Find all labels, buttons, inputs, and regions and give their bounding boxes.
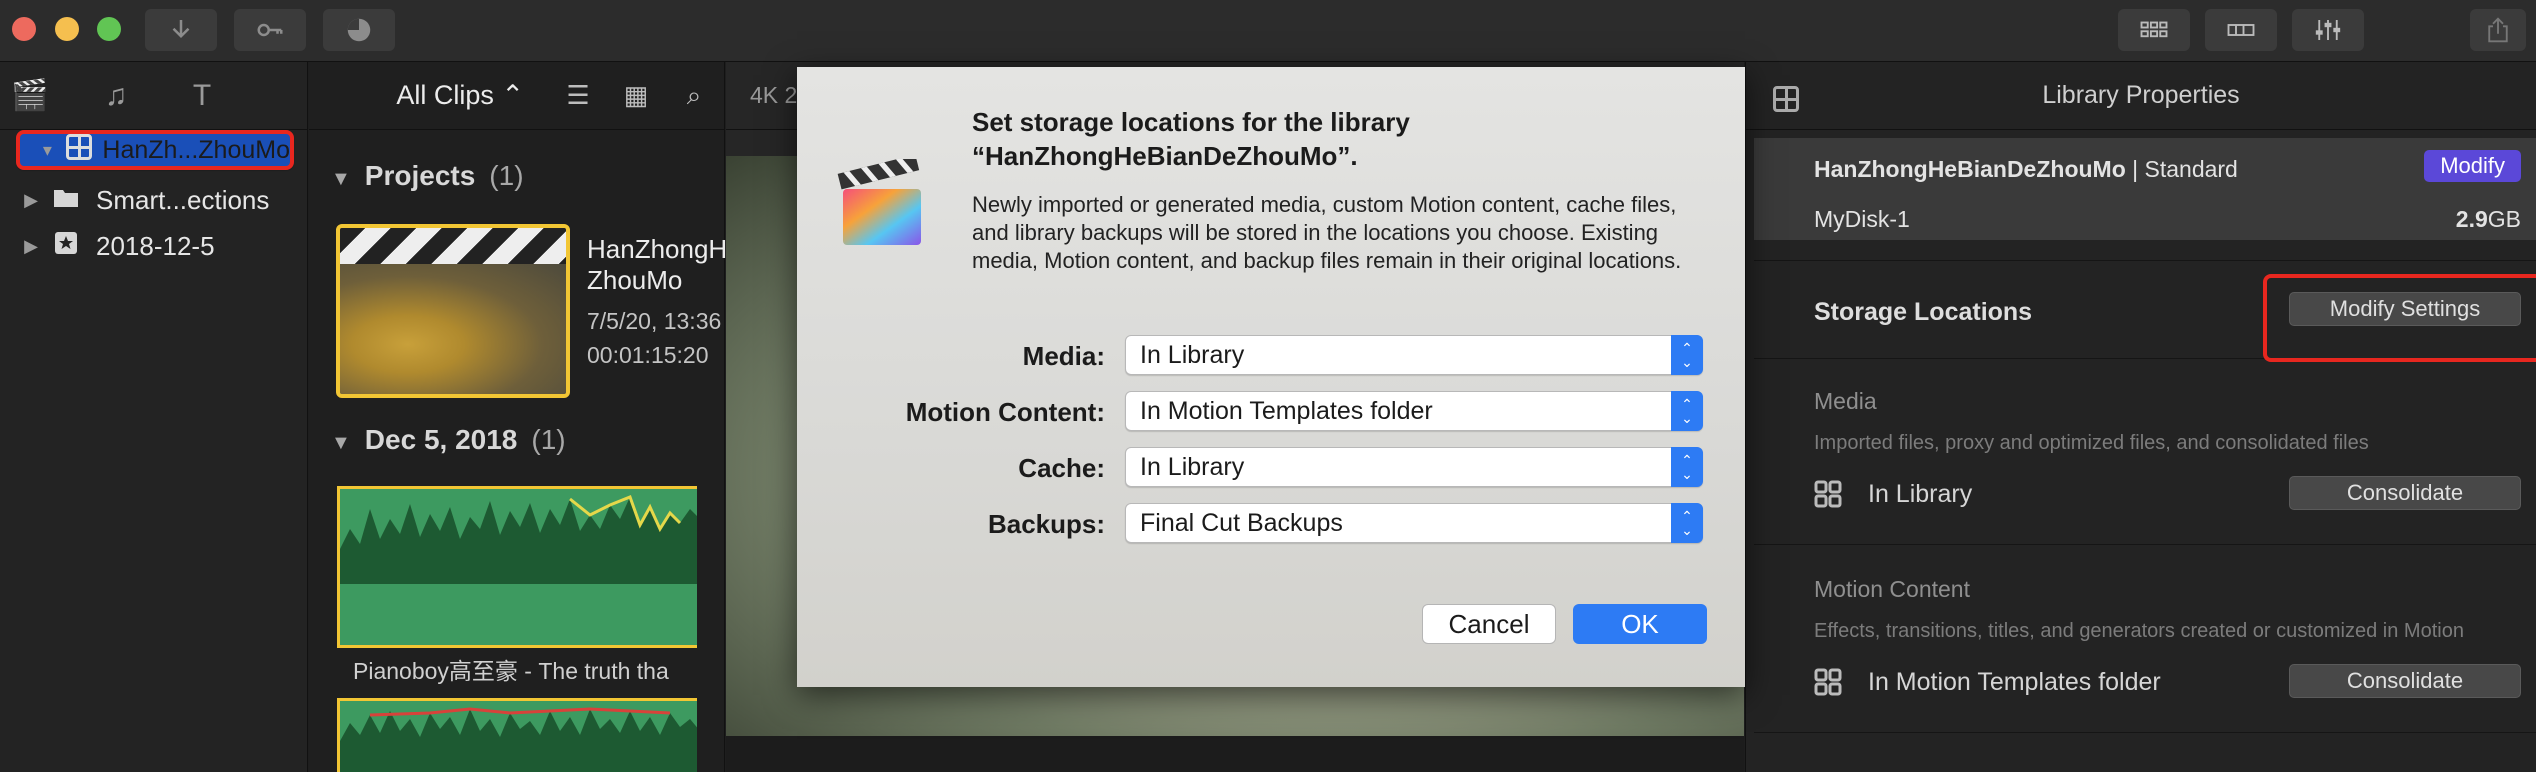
keywords-button[interactable] bbox=[234, 9, 306, 51]
film-icon[interactable]: ▦ bbox=[618, 80, 654, 111]
sidebar-item-label: 2018-12-5 bbox=[96, 230, 215, 261]
library-info-panel: HanZhongHeBianDeZhouMo | Standard Modify… bbox=[1754, 138, 2536, 240]
motion-description: Effects, transitions, titles, and genera… bbox=[1814, 620, 2464, 642]
dialog-body: Newly imported or generated media, custo… bbox=[972, 192, 1682, 273]
event-section-header[interactable]: ▼ Dec 5, 2018 (1) bbox=[331, 424, 566, 456]
project-name: HanZhongH ZhouMo bbox=[587, 234, 728, 295]
star-icon bbox=[46, 231, 86, 262]
motion-section-label: Motion Content bbox=[1814, 576, 1970, 602]
audio-clip[interactable] bbox=[337, 698, 697, 772]
grid-view-button[interactable] bbox=[2118, 9, 2190, 51]
motion-content-popup[interactable]: In Motion Templates folder ⌃ ⌄ bbox=[1125, 391, 1703, 431]
viewer-controls bbox=[726, 736, 1744, 772]
library-name: HanZhongHeBianDeZhouMo bbox=[1814, 156, 2126, 182]
clip-browser: All Clips ⌃ ☰ ▦ ⌕ ▼ Projects (1) HanZhongH… bbox=[309, 62, 728, 772]
filmstrip-button[interactable] bbox=[2205, 9, 2277, 51]
close-window-button[interactable] bbox=[12, 17, 36, 41]
disclosure-triangle-icon[interactable]: ▶ bbox=[16, 190, 46, 211]
media-location-icon bbox=[1814, 480, 1842, 508]
cancel-button[interactable]: Cancel bbox=[1422, 604, 1556, 644]
disclosure-triangle-icon[interactable]: ▾ bbox=[34, 140, 61, 161]
disk-size: 2.9GB bbox=[2455, 206, 2521, 232]
browser-toolbar: All Clips ⌃ ☰ ▦ ⌕ bbox=[309, 62, 724, 130]
audio-waveform bbox=[340, 495, 697, 584]
disclosure-triangle-icon[interactable]: ▶ bbox=[16, 236, 46, 257]
audio-clip-name: Pianoboy高至豪 - The truth tha bbox=[353, 658, 669, 684]
sidebar-item-event[interactable]: ▶ 2018-12-5 bbox=[0, 224, 308, 268]
popup-stepper-icon: ⌃ ⌄ bbox=[1671, 447, 1703, 487]
project-date: 7/5/20, 13:36 bbox=[587, 308, 722, 334]
cache-popup[interactable]: In Library ⌃ ⌄ bbox=[1125, 447, 1703, 487]
viewer-format-label: 4K 2 bbox=[750, 82, 798, 108]
title-bar bbox=[0, 0, 2536, 62]
annotation-highlight bbox=[2263, 274, 2536, 362]
list-view-icon[interactable]: ☰ bbox=[560, 80, 596, 111]
motion-location-value: In Motion Templates folder bbox=[1868, 668, 2161, 696]
ok-button[interactable]: OK bbox=[1573, 604, 1707, 644]
folder-icon bbox=[46, 186, 86, 215]
library-type: | Standard bbox=[2125, 156, 2238, 182]
minimize-window-button[interactable] bbox=[55, 17, 79, 41]
sidebar-item-smart-collections[interactable]: ▶ Smart...ections bbox=[0, 178, 308, 222]
project-thumbnail[interactable] bbox=[336, 224, 570, 398]
sidebar-tab-bar: 🎬 ♫ T bbox=[0, 62, 307, 130]
inspector-title: Library Properties bbox=[2042, 81, 2240, 109]
library-icon bbox=[1773, 86, 1799, 112]
import-button[interactable] bbox=[145, 9, 217, 51]
key-icon bbox=[257, 23, 283, 37]
sidebar-item-library[interactable]: ▾ HanZh...ZhouMo bbox=[16, 130, 294, 170]
titles-icon[interactable]: T bbox=[182, 79, 222, 113]
background-tasks-button[interactable] bbox=[323, 9, 395, 51]
storage-locations-dialog: Set storage locations for the library “H… bbox=[797, 67, 1745, 687]
consolidate-motion-button[interactable]: Consolidate bbox=[2289, 664, 2521, 698]
share-button[interactable] bbox=[2470, 9, 2526, 51]
grid-view-icon bbox=[2140, 21, 2168, 38]
projects-section-header[interactable]: ▼ Projects (1) bbox=[331, 160, 524, 192]
popup-stepper-icon: ⌃ ⌄ bbox=[1671, 503, 1703, 543]
motion-content-label: Motion Content: bbox=[905, 397, 1105, 427]
disk-name: MyDisk-1 bbox=[1814, 206, 1910, 232]
media-section-label: Media bbox=[1814, 388, 1877, 414]
cache-label: Cache: bbox=[1018, 453, 1105, 483]
disclosure-triangle-icon[interactable]: ▼ bbox=[331, 432, 351, 454]
filmstrip-icon bbox=[2227, 24, 2255, 36]
inspector-toggle-button[interactable] bbox=[2292, 9, 2364, 51]
motion-location-icon bbox=[1814, 668, 1842, 696]
libraries-sidebar: 🎬 ♫ T ▾ HanZh...ZhouMo ▶ Smart...ections… bbox=[0, 62, 308, 772]
modify-button[interactable]: Modify bbox=[2424, 150, 2521, 182]
storage-locations-title: Storage Locations bbox=[1814, 298, 2033, 326]
library-inspector: Library Properties HanZhongHeBianDeZhouM… bbox=[1745, 62, 2536, 772]
share-icon bbox=[2488, 17, 2508, 43]
media-popup[interactable]: In Library ⌃ ⌄ bbox=[1125, 335, 1703, 375]
audio-clip[interactable] bbox=[337, 486, 697, 648]
clapper-icon bbox=[340, 228, 566, 264]
popup-stepper-icon: ⌃ ⌄ bbox=[1671, 335, 1703, 375]
zoom-window-button[interactable] bbox=[97, 17, 121, 41]
sliders-icon bbox=[2315, 20, 2341, 40]
music-photos-icon[interactable]: ♫ bbox=[96, 79, 136, 113]
library-icon bbox=[65, 133, 92, 160]
clip-filter-popup[interactable]: All Clips ⌃ bbox=[396, 80, 524, 111]
media-description: Imported files, proxy and optimized file… bbox=[1814, 432, 2369, 454]
media-location-value: In Library bbox=[1868, 480, 1973, 508]
progress-circle-icon bbox=[347, 18, 371, 42]
sidebar-item-label: HanZh...ZhouMo bbox=[102, 135, 290, 164]
download-arrow-icon bbox=[172, 20, 190, 39]
popup-stepper-icon: ⌃ ⌄ bbox=[1671, 391, 1703, 431]
consolidate-media-button[interactable]: Consolidate bbox=[2289, 476, 2521, 510]
backups-popup[interactable]: Final Cut Backups ⌃ ⌄ bbox=[1125, 503, 1703, 543]
disclosure-triangle-icon[interactable]: ▼ bbox=[331, 168, 351, 190]
final-cut-pro-icon bbox=[837, 159, 921, 245]
sidebar-item-label: Smart...ections bbox=[96, 184, 270, 215]
search-icon[interactable]: ⌕ bbox=[676, 80, 712, 112]
project-duration: 00:01:15:20 bbox=[587, 342, 709, 368]
backups-label: Backups: bbox=[987, 509, 1105, 539]
clapper-star-icon[interactable]: 🎬 bbox=[10, 78, 50, 113]
dialog-title: Set storage locations for the library “H… bbox=[972, 107, 1410, 171]
media-label: Media: bbox=[1022, 341, 1105, 371]
